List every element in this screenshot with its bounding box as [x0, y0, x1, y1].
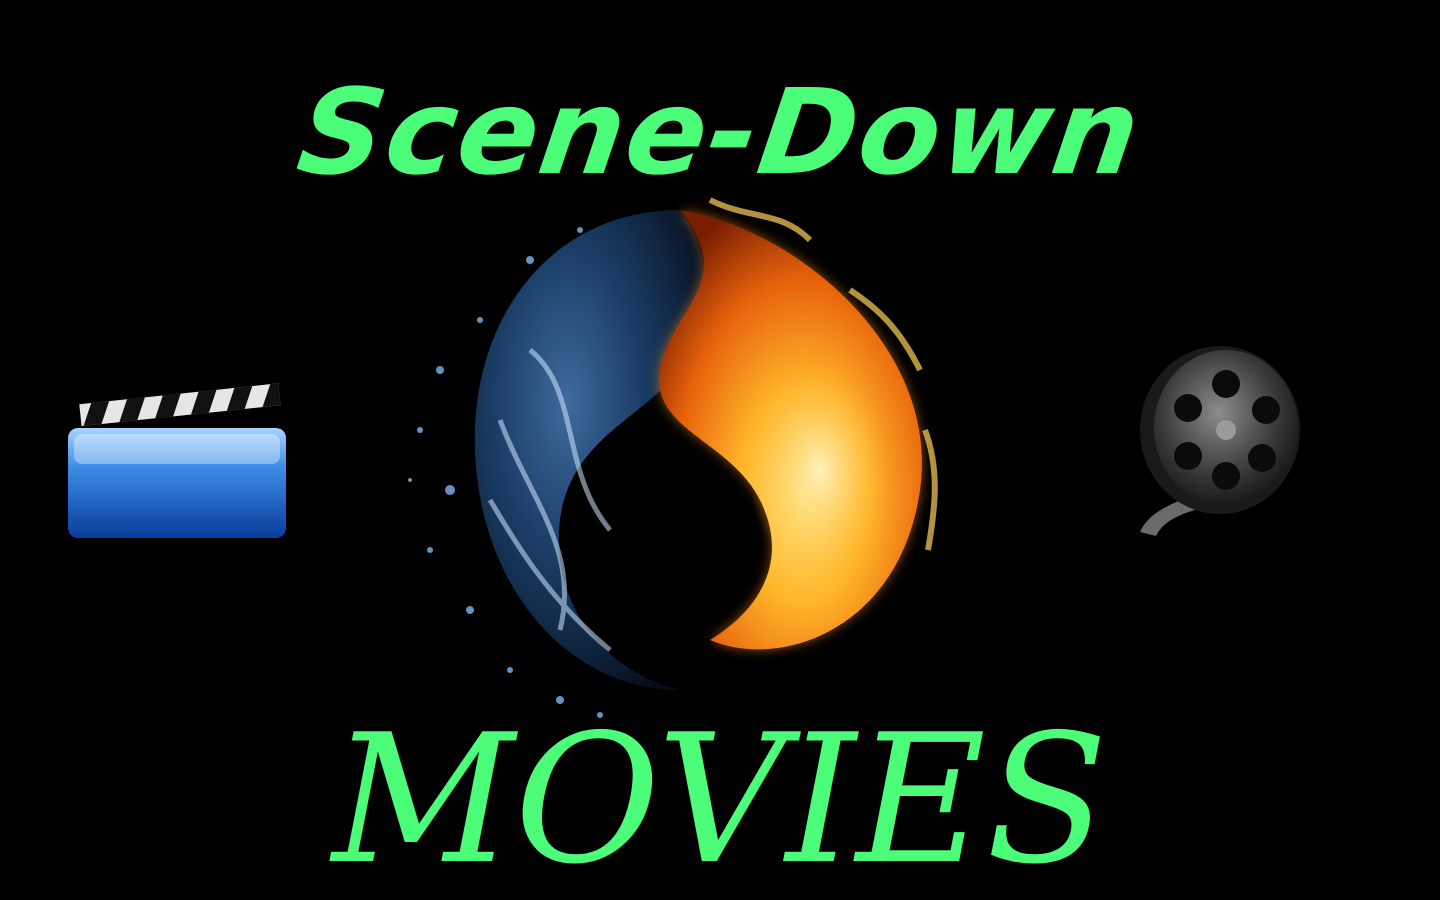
- film-reel-icon: [1140, 346, 1300, 536]
- yin-yang-water-fire-icon: [408, 197, 938, 718]
- clapper-highlight: [74, 434, 280, 464]
- fire-core: [750, 360, 890, 580]
- clapper-top-stick: [79, 383, 281, 427]
- reel-hub: [1216, 420, 1236, 440]
- clapperboard-icon: [68, 383, 286, 538]
- water-half: [474, 210, 707, 690]
- poster-canvas: Scene-Down MOVIES: [0, 0, 1440, 900]
- title-movies: MOVIES: [332, 696, 1108, 900]
